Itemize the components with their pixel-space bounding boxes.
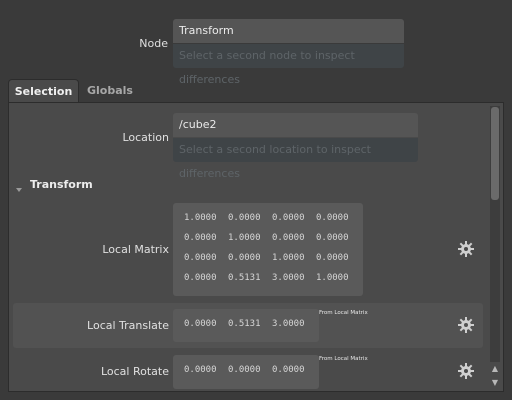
- rotate-source-note: From Local Matrix: [319, 356, 368, 362]
- local-matrix-box[interactable]: 1.0000 0.0000 0.0000 0.0000 0.0000 1.000…: [173, 203, 363, 296]
- scrollbar-thumb[interactable]: [491, 107, 499, 200]
- matrix-cell: 3.0000: [272, 273, 305, 283]
- matrix-cell: 0.0000: [316, 233, 349, 243]
- matrix-cell: 1.0000: [316, 273, 349, 283]
- matrix-cell: 1.0000: [228, 233, 261, 243]
- local-translate-box[interactable]: 0.0000 0.5131 3.0000: [173, 309, 319, 342]
- matrix-cell: 0.0000: [272, 233, 305, 243]
- scroll-up-arrow-icon[interactable]: ▲: [489, 364, 501, 374]
- translate-source-note: From Local Matrix: [319, 310, 368, 316]
- tab-selection[interactable]: Selection: [8, 79, 79, 103]
- translate-z-value: 3.0000: [272, 319, 305, 329]
- gear-icon[interactable]: [457, 240, 475, 258]
- local-rotate-label: Local Rotate: [100, 365, 169, 378]
- matrix-cell: 0.0000: [184, 253, 217, 263]
- scroll-down-arrow-icon[interactable]: ▼: [489, 378, 501, 388]
- tab-globals[interactable]: Globals: [80, 79, 140, 103]
- local-translate-label: Local Translate: [87, 319, 169, 332]
- rotate-z-value: 0.0000: [272, 365, 305, 375]
- node-label: Node: [139, 37, 168, 50]
- matrix-cell: 0.5131: [228, 273, 261, 283]
- location-compare-field[interactable]: Select a second location to inspect diff…: [173, 138, 418, 180]
- gear-icon[interactable]: [457, 316, 475, 334]
- matrix-cell: 0.0000: [272, 213, 305, 223]
- section-title-transform: Transform: [30, 178, 93, 191]
- matrix-cell: 1.0000: [272, 253, 305, 263]
- gear-icon[interactable]: [457, 362, 475, 380]
- node-compare-field[interactable]: Select a second node to inspect differen…: [173, 44, 404, 86]
- triangle-down-icon[interactable]: [15, 179, 23, 192]
- rotate-y-value: 0.0000: [228, 365, 261, 375]
- rotate-x-value: 0.0000: [184, 365, 217, 375]
- translate-y-value: 0.5131: [228, 319, 261, 329]
- node-field[interactable]: Transform: [173, 19, 404, 43]
- local-matrix-label: Local Matrix: [102, 243, 169, 256]
- matrix-cell: 0.0000: [316, 213, 349, 223]
- matrix-cell: 1.0000: [184, 213, 217, 223]
- matrix-cell: 0.0000: [228, 213, 261, 223]
- matrix-cell: 0.0000: [316, 253, 349, 263]
- location-field[interactable]: /cube2: [173, 113, 418, 137]
- matrix-cell: 0.0000: [228, 253, 261, 263]
- matrix-cell: 0.0000: [184, 273, 217, 283]
- matrix-cell: 0.0000: [184, 233, 217, 243]
- local-rotate-box[interactable]: 0.0000 0.0000 0.0000: [173, 355, 319, 389]
- location-label: Location: [122, 131, 169, 144]
- translate-x-value: 0.0000: [184, 319, 217, 329]
